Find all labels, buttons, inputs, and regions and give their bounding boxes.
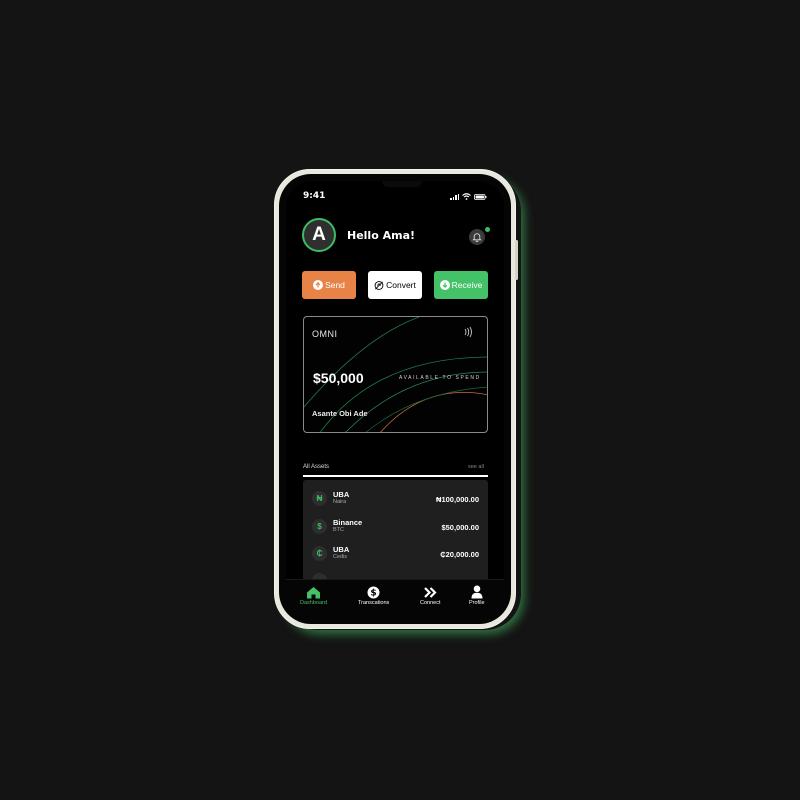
- user-icon: [471, 585, 483, 599]
- notification-dot: [485, 227, 490, 232]
- naira-icon: ₦: [312, 491, 327, 506]
- contactless-icon: [464, 326, 472, 338]
- send-label: Send: [325, 280, 345, 290]
- svg-text:$: $: [371, 588, 377, 598]
- notification-button[interactable]: [469, 229, 485, 245]
- card-balance: $50,000: [313, 370, 364, 386]
- phone-frame: 9:41 A Hello Ama! Send Convert Receive O…: [274, 169, 518, 629]
- asset-amount: ₦100,000.00: [436, 495, 479, 504]
- convert-button[interactable]: Convert: [368, 271, 422, 299]
- asset-amount: $50,000.00: [441, 523, 479, 532]
- list-item[interactable]: ₦ UBA Naira ₦100,000.00: [303, 489, 488, 509]
- nav-label: Profile: [469, 600, 485, 606]
- list-item[interactable]: $ Binance BTC $50,000.00: [303, 517, 488, 537]
- app-screen: 9:41 A Hello Ama! Send Convert Receive O…: [286, 181, 504, 617]
- receive-label: Receive: [451, 280, 483, 290]
- nav-label: Connect: [420, 600, 441, 606]
- asset-currency: BTC: [333, 527, 344, 533]
- assets-list[interactable]: ₦ UBA Naira ₦100,000.00 $ Binance BTC $5…: [303, 480, 488, 590]
- dollar-icon: $: [367, 586, 380, 598]
- wifi-icon: [462, 193, 472, 200]
- status-icons: [450, 193, 487, 200]
- notch: [382, 181, 422, 187]
- assets-divider: [303, 475, 488, 477]
- card-holder: Asante Obi Ade: [312, 409, 368, 418]
- arrow-down-icon: [439, 280, 450, 290]
- balance-card[interactable]: OMNI $50,000 AVAILABLE TO SPEND Asante O…: [303, 316, 488, 433]
- greeting-text: Hello Ama!: [347, 229, 416, 242]
- double-chevron-icon: [423, 586, 437, 598]
- card-brand: OMNI: [312, 329, 338, 339]
- nav-dashboard[interactable]: Dashboard: [300, 584, 327, 606]
- asset-amount: ₵20,000.00: [440, 550, 479, 559]
- dollar-icon: $: [312, 519, 327, 534]
- available-label: AVAILABLE TO SPEND: [399, 375, 481, 381]
- convert-label: Convert: [386, 280, 416, 290]
- status-time: 9:41: [303, 191, 326, 201]
- arrow-up-icon: [313, 280, 324, 290]
- asset-name: UBA: [333, 545, 350, 554]
- see-all-link[interactable]: see all: [468, 464, 484, 470]
- battery-icon: [474, 193, 487, 200]
- list-item[interactable]: ₵ UBA Cedis ₵20,000.00: [303, 544, 488, 564]
- nav-connect[interactable]: Connect: [420, 584, 441, 606]
- nav-label: Transcations: [358, 600, 390, 606]
- signal-icon: [450, 193, 460, 200]
- asset-currency: Naira: [333, 499, 347, 505]
- asset-currency: Cedis: [333, 554, 348, 560]
- asset-name: Binance: [333, 518, 363, 527]
- home-icon: [306, 586, 320, 598]
- bottom-nav: Dashboard $ Transcations Connect Profile: [286, 579, 504, 617]
- avatar[interactable]: A: [302, 218, 336, 252]
- nav-transactions[interactable]: $ Transcations: [358, 584, 389, 606]
- cedi-icon: ₵: [312, 546, 327, 561]
- nav-profile[interactable]: Profile: [469, 584, 485, 606]
- asset-name: UBA: [333, 490, 350, 499]
- bell-icon: [472, 233, 482, 242]
- assets-title: All Assets: [303, 464, 330, 470]
- send-button[interactable]: Send: [302, 271, 356, 299]
- convert-icon: [374, 280, 384, 290]
- receive-button[interactable]: Receive: [434, 271, 488, 299]
- nav-label: Dashboard: [300, 600, 327, 606]
